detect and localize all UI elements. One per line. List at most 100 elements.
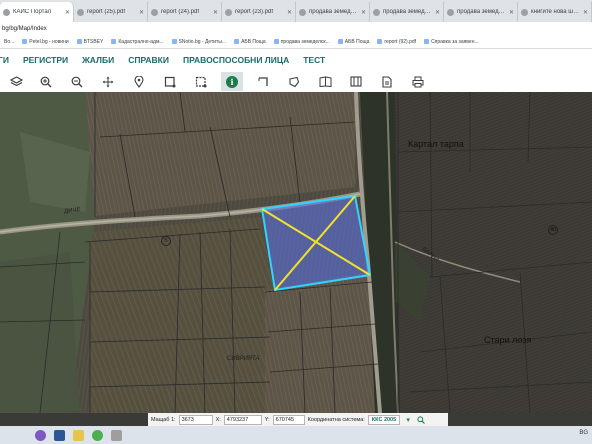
x-coordinate: 4793237: [223, 414, 262, 425]
layers-icon[interactable]: [5, 72, 27, 91]
browser-tab[interactable]: КАИС Портал ✕: [0, 2, 74, 22]
app-icon[interactable]: [54, 429, 65, 441]
bookmark-icon: [171, 39, 177, 44]
bookmark-icon: [111, 39, 117, 44]
bookmark-label: АБВ Поща: [241, 38, 266, 45]
bookmark-label: BTSBEY: [83, 38, 104, 45]
tab-close-icon[interactable]: ✕: [583, 9, 588, 16]
bookmark[interactable]: Bo...: [0, 39, 18, 45]
tab-title: продава земеделск…: [383, 9, 432, 15]
bookmarks-bar: Bo... Petel.bg - новини BTSBEY Кадастрал…: [0, 35, 592, 49]
crs-label: Координатна система:: [307, 416, 365, 423]
tab-title: продава земеделск…: [309, 9, 358, 15]
browser-tab[interactable]: продава земеделск…✕: [444, 2, 518, 22]
bookmark-icon: [234, 39, 240, 44]
tab-favicon-icon: [373, 8, 380, 16]
tab-title: КАИС Портал: [13, 9, 52, 15]
tab-close-icon[interactable]: ✕: [361, 9, 366, 16]
search-icon[interactable]: [416, 415, 426, 424]
bookmark-label: report (92).pdf: [384, 38, 417, 45]
browser-tab[interactable]: report (24).pdf ✕: [148, 2, 222, 22]
map-view[interactable]: Картал тарпа Стари лозя СИВРИЯТА ДИЧЕ ВА…: [0, 92, 592, 413]
x-label: X:: [215, 416, 221, 423]
tab-close-icon[interactable]: ✕: [287, 9, 292, 16]
tab-favicon-icon: [3, 8, 10, 16]
chevron-down-icon[interactable]: ▾: [403, 415, 413, 424]
book-icon[interactable]: [314, 72, 336, 91]
info-button[interactable]: i: [221, 72, 243, 91]
menu-item-complaints[interactable]: ЖАЛБИ: [82, 55, 114, 65]
bookmark[interactable]: report (92).pdf: [373, 39, 420, 45]
bookmark-icon: [424, 39, 430, 44]
tab-close-icon[interactable]: ✕: [65, 9, 70, 16]
bookmark[interactable]: АБВ Поща: [334, 39, 374, 45]
tab-close-icon[interactable]: ✕: [435, 9, 440, 16]
select-rectangle-icon[interactable]: [159, 72, 181, 91]
bookmark[interactable]: Petel.bg - новини: [18, 39, 72, 45]
crs-select[interactable]: ККС 2005: [367, 414, 401, 425]
folder-icon[interactable]: [73, 429, 84, 441]
os-taskbar: BG: [0, 426, 592, 444]
bookmark[interactable]: BTSBEY: [73, 39, 108, 45]
map-label-spriyata: СИВРИЯТА: [227, 356, 260, 362]
y-coordinate: 670745: [272, 414, 305, 425]
info-icon: i: [226, 75, 238, 88]
map-toolbar: i: [0, 71, 592, 93]
bookmark-icon: [273, 39, 279, 44]
menu-item-test[interactable]: ТЕСТ: [303, 55, 325, 65]
zoom-out-icon[interactable]: [66, 72, 88, 91]
bookmark[interactable]: АБВ Поща: [230, 39, 270, 45]
measure-distance-icon[interactable]: [252, 72, 274, 91]
menu-item-licensed-persons[interactable]: ПРАВОСПОСОБНИ ЛИЦА: [183, 55, 289, 65]
tab-title: report (24).pdf: [161, 9, 200, 15]
browser-tab[interactable]: report (25).pdf ✕: [74, 2, 148, 22]
map-status-bar: Мащаб 1: 3673 X: 4793237 Y: 670745 Коорд…: [148, 413, 448, 426]
browser-tab[interactable]: продава земеделск…✕: [296, 2, 370, 22]
location-icon[interactable]: [128, 72, 150, 91]
bookmark-icon: [377, 39, 383, 44]
bookmark[interactable]: SNotio.bg - Детиты...: [168, 39, 231, 45]
tab-close-icon[interactable]: ✕: [139, 9, 144, 16]
browser-tab[interactable]: продава земеделск…✕: [370, 2, 444, 22]
bookmark[interactable]: продава земеделск...: [270, 39, 334, 45]
zoom-in-icon[interactable]: [35, 72, 57, 91]
scale-label: Мащаб 1:: [151, 416, 176, 423]
main-menu: ГИ РЕГИСТРИ ЖАЛБИ СПРАВКИ ПРАВОСПОСОБНИ …: [0, 49, 592, 71]
viber-icon[interactable]: [35, 429, 46, 441]
bookmark[interactable]: Кадастрално-адм...: [107, 39, 167, 45]
map-label-stari: Стари лозя: [484, 335, 532, 345]
tab-favicon-icon: [521, 8, 528, 16]
bookmark-label: Справка за заявен...: [431, 38, 479, 45]
menu-item-gi[interactable]: ГИ: [0, 55, 9, 65]
pan-icon[interactable]: [97, 72, 119, 91]
select-area-icon[interactable]: [190, 72, 212, 91]
bookmark-label: Кадастрално-адм...: [118, 38, 164, 45]
tab-close-icon[interactable]: ✕: [509, 9, 514, 16]
app-icon[interactable]: [111, 429, 122, 441]
bookmark-label: Bo...: [4, 38, 15, 45]
tab-title: продава земеделск…: [457, 9, 506, 15]
bookmark-label: Petel.bg - новини: [29, 38, 69, 45]
menu-item-reports[interactable]: СПРАВКИ: [128, 55, 169, 65]
browser-tab-bar: КАИС Портал ✕ report (25).pdf ✕ report (24…: [0, 0, 592, 22]
measure-area-icon[interactable]: [283, 72, 305, 91]
tab-title: книгите нова шанса…: [531, 9, 580, 15]
print-icon[interactable]: [407, 72, 429, 91]
parcel-number: 40: [548, 225, 558, 235]
language-indicator[interactable]: BG: [579, 430, 588, 436]
menu-item-registers[interactable]: РЕГИСТРИ: [23, 55, 68, 65]
tab-favicon-icon: [225, 8, 232, 16]
browser-tab[interactable]: report (23).pdf ✕: [222, 2, 296, 22]
address-url: bg/bg/Map/Index: [2, 25, 47, 32]
map-label-kartal: Картал тарпа: [408, 139, 464, 149]
browser-tab[interactable]: книгите нова шанса…✕: [518, 2, 592, 22]
address-bar[interactable]: bg/bg/Map/Index: [0, 22, 592, 35]
bookmark[interactable]: Справка за заявен...: [420, 39, 483, 45]
tab-favicon-icon: [447, 8, 454, 16]
scale-input[interactable]: 3673: [178, 414, 213, 425]
chrome-icon[interactable]: [92, 429, 103, 441]
tab-title: report (25).pdf: [87, 9, 126, 15]
fullscreen-icon[interactable]: [345, 72, 367, 91]
document-icon[interactable]: [376, 72, 398, 91]
tab-close-icon[interactable]: ✕: [213, 9, 218, 16]
